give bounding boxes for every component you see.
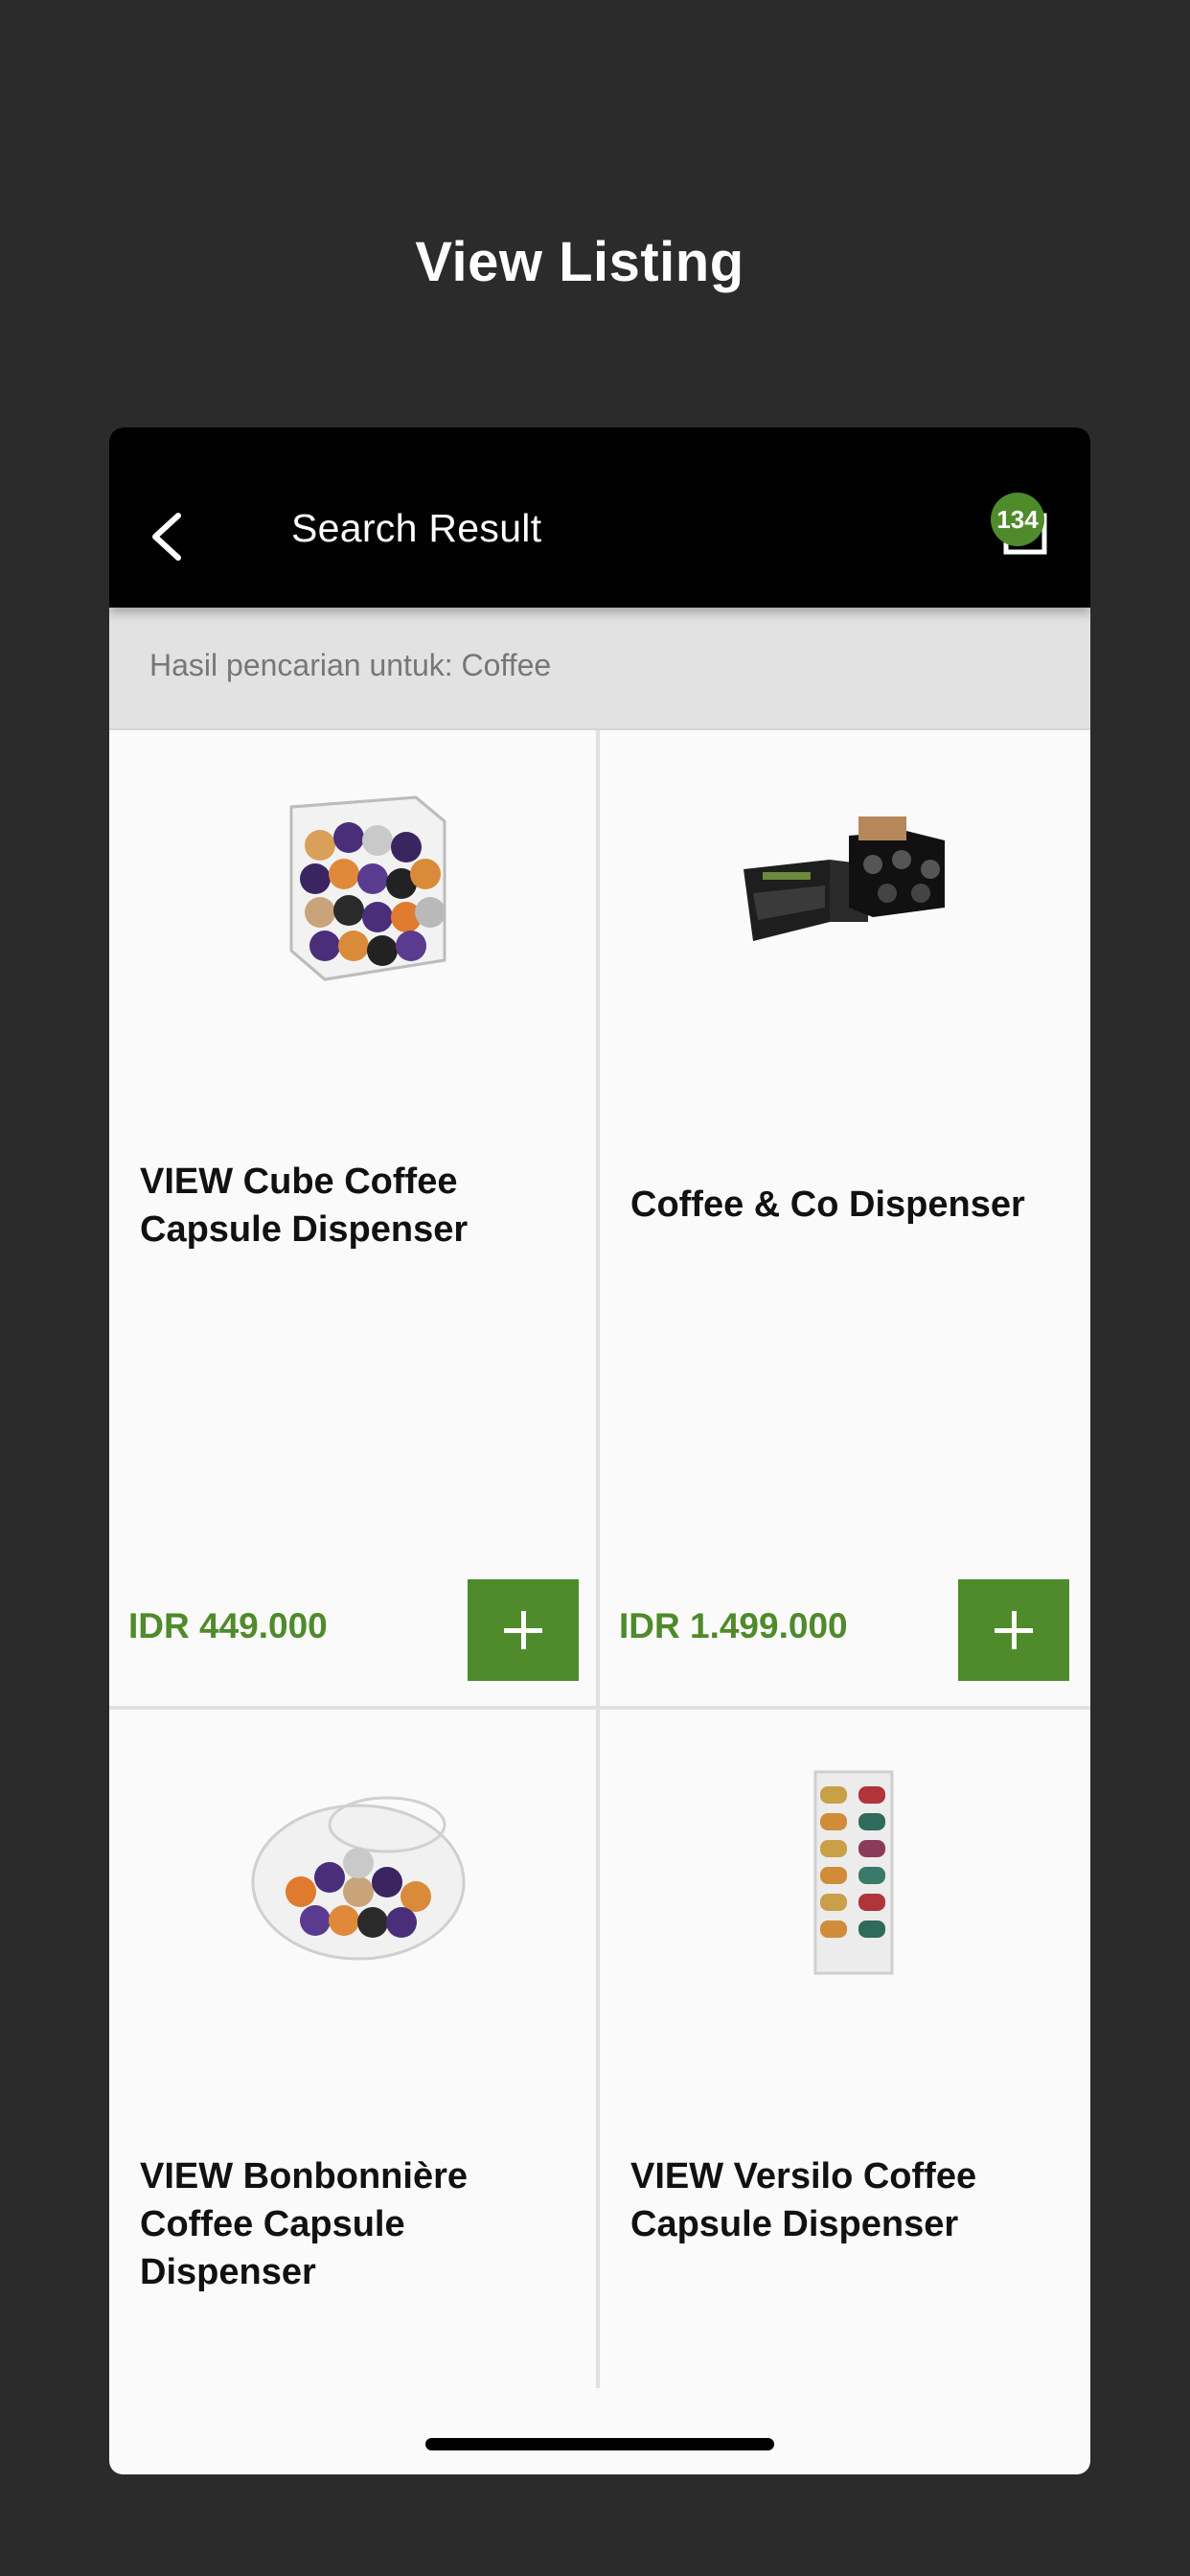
add-to-basket-button[interactable] — [468, 1579, 579, 1681]
product-image — [289, 795, 446, 981]
basket-count-badge: 134 — [991, 493, 1044, 546]
product-card[interactable]: VIEW Cube Coffee Capsule Dispenser IDR 4… — [109, 730, 596, 1706]
product-price: IDR 449.000 — [128, 1606, 328, 1645]
header-title: Search Result — [291, 506, 542, 550]
phone-screen: Search Result 134 Hasil pencarian untuk:… — [109, 427, 1090, 2474]
product-image — [744, 816, 945, 941]
product-card[interactable]: Coffee & Co Dispenser IDR 1.499.000 — [600, 730, 1087, 1706]
product-card[interactable]: VIEW Versilo Coffee Capsule Dispenser — [600, 1710, 1087, 2388]
search-result-text: Hasil pencarian untuk: Coffee — [149, 648, 552, 682]
product-card[interactable]: VIEW Bonbonnière Coffee Capsule Dispense… — [109, 1710, 596, 2388]
add-to-basket-button[interactable] — [958, 1579, 1069, 1681]
product-name[interactable]: VIEW Versilo Coffee Capsule Dispenser — [630, 2152, 1071, 2248]
back-button[interactable] — [142, 508, 199, 565]
product-image — [813, 1770, 894, 1975]
product-price: IDR 1.499.000 — [619, 1606, 848, 1645]
product-name[interactable]: VIEW Bonbonnière Coffee Capsule Dispense… — [140, 2152, 581, 2296]
home-indicator — [425, 2438, 774, 2450]
app-header: Search Result 134 — [109, 427, 1090, 608]
page-title: View Listing — [415, 231, 744, 293]
product-name[interactable]: Coffee & Co Dispenser — [630, 1181, 1071, 1229]
chevron-left-icon — [152, 513, 181, 561]
product-image — [251, 1796, 466, 1961]
product-name[interactable]: VIEW Cube Coffee Capsule Dispenser — [140, 1158, 581, 1254]
search-result-bar: Hasil pencarian untuk: Coffee — [109, 608, 1090, 730]
